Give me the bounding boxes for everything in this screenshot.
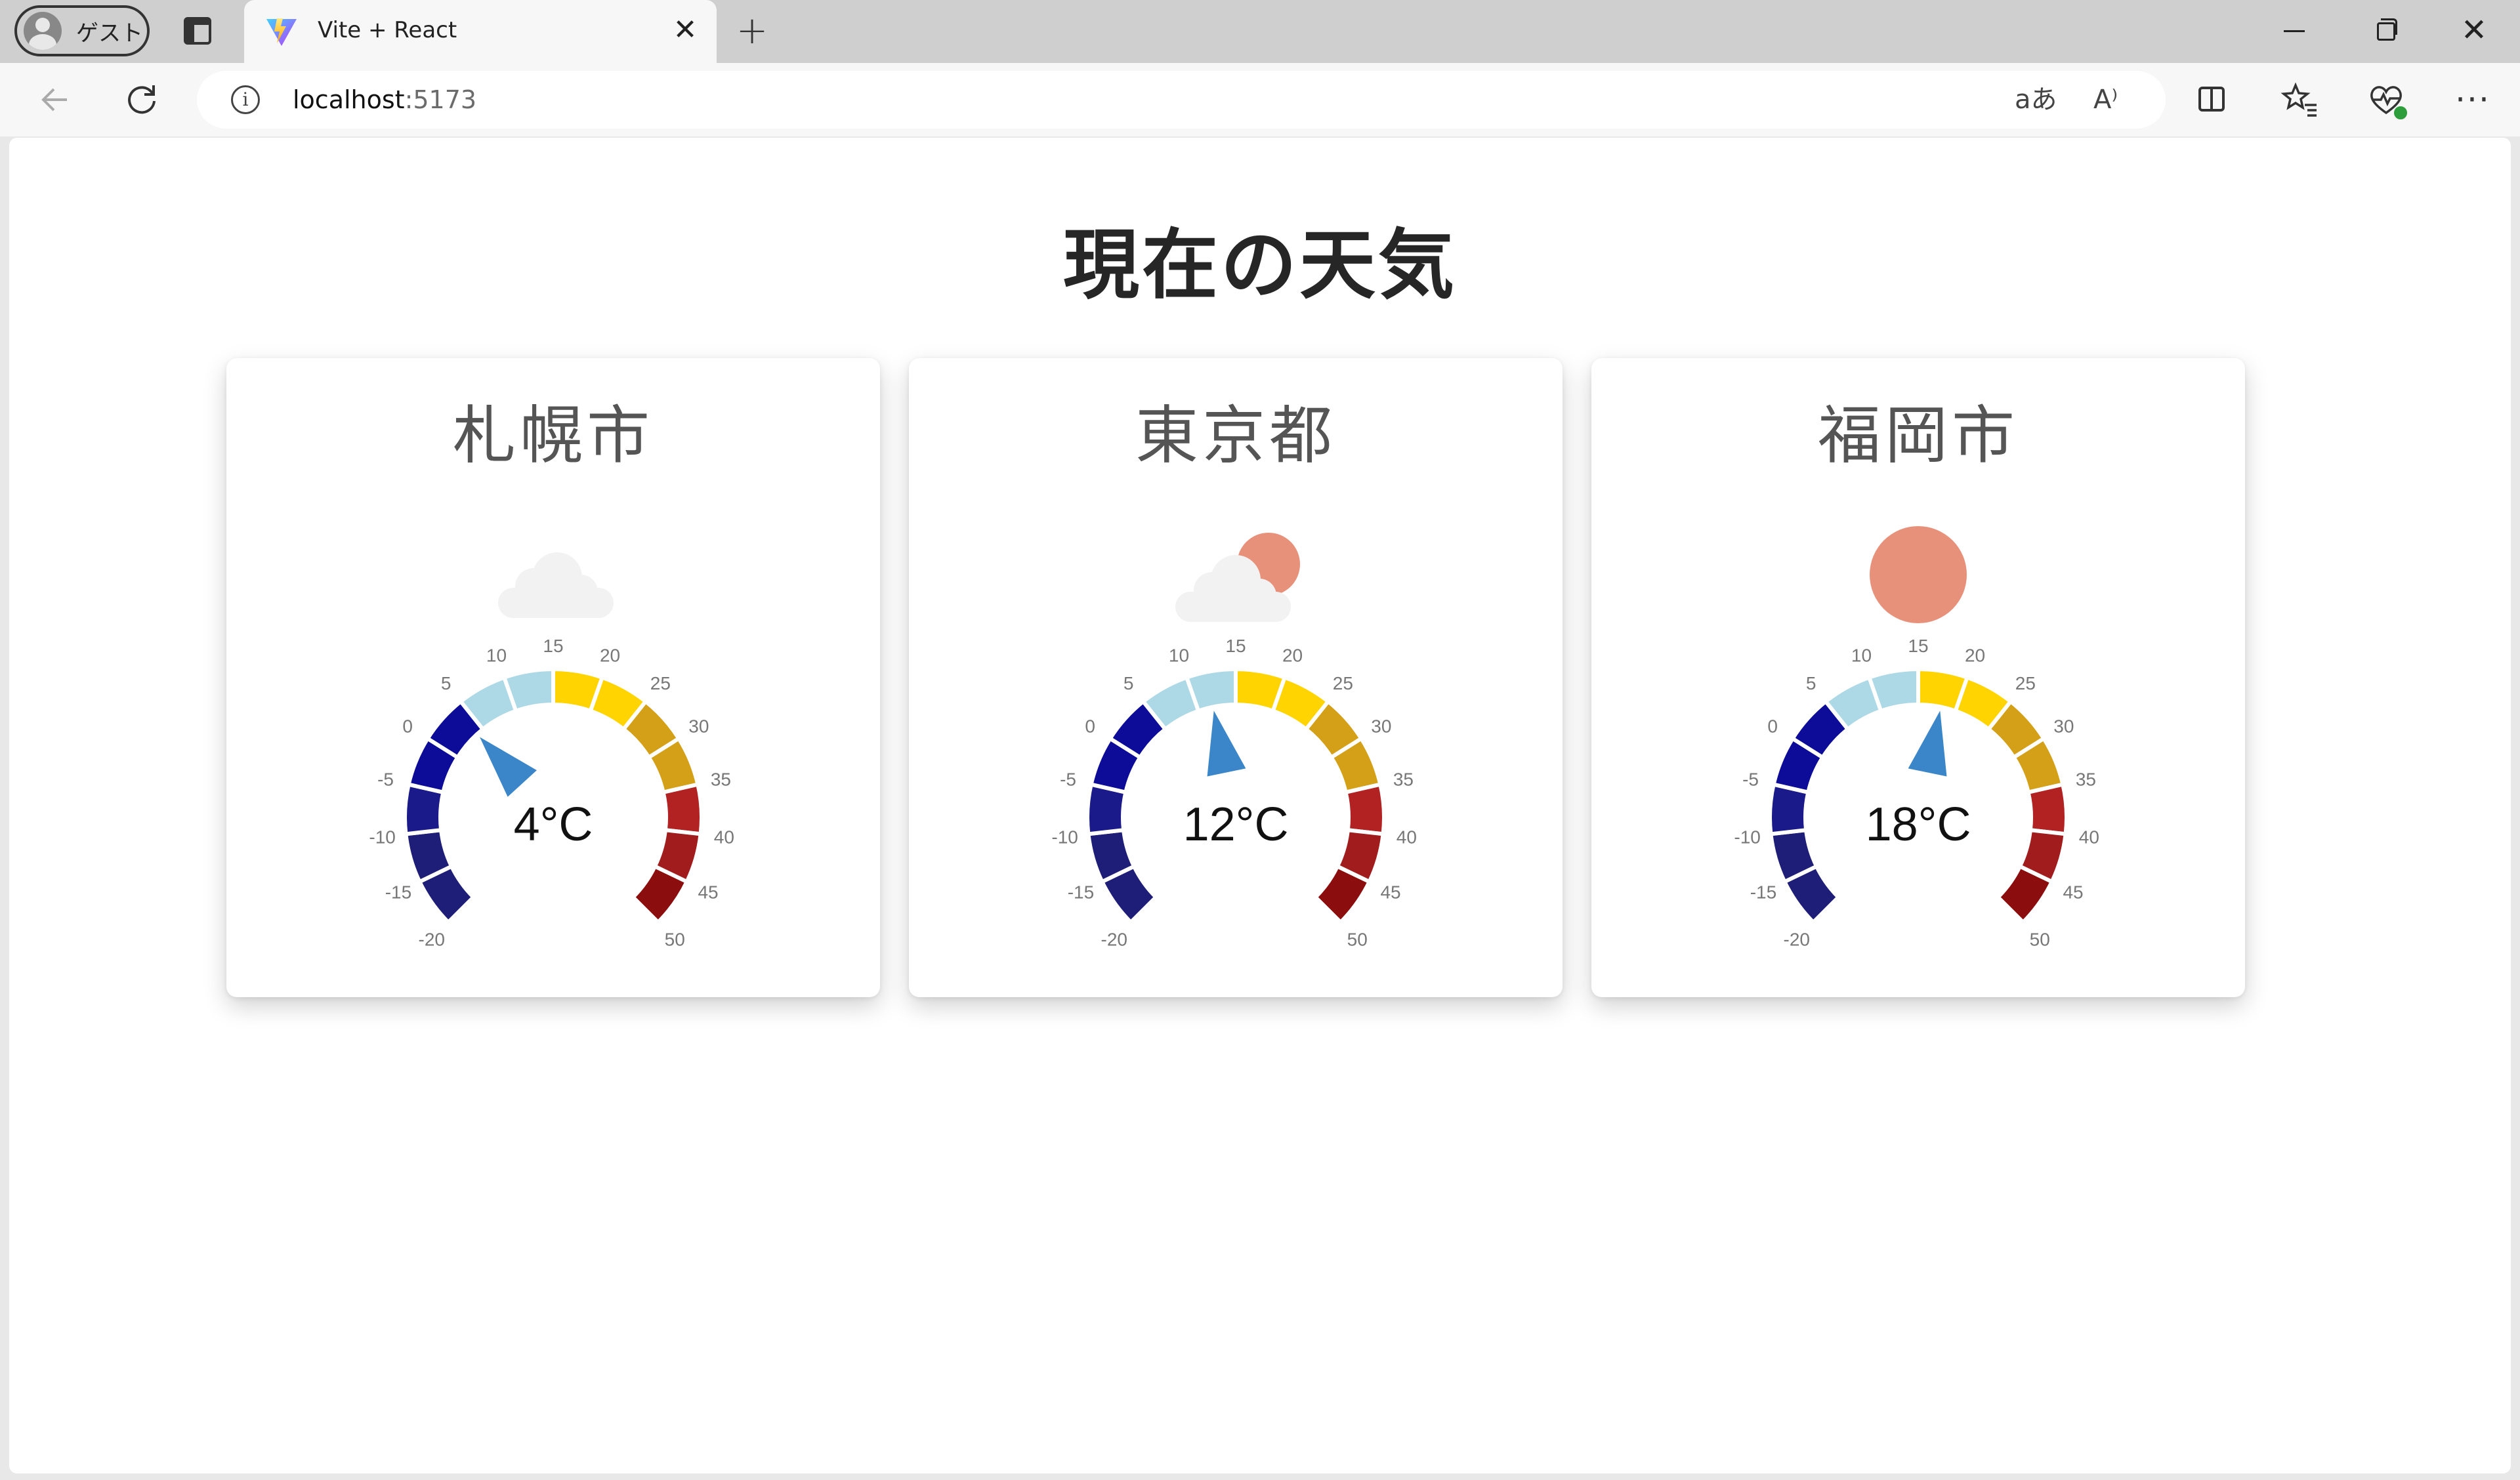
gauge-tick-label: 5 bbox=[441, 673, 452, 693]
gauge-tick-label: 10 bbox=[1851, 646, 1872, 666]
temperature-reading: 4°C bbox=[513, 798, 593, 851]
window-close-icon[interactable]: ✕ bbox=[2454, 10, 2494, 50]
gauge-tick-label: -5 bbox=[377, 770, 394, 790]
gauge-tick-label: -20 bbox=[1784, 929, 1810, 949]
gauge-tick-label: 35 bbox=[711, 770, 731, 790]
vite-logo-icon bbox=[266, 18, 297, 46]
gauge-tick-label: -5 bbox=[1060, 770, 1076, 790]
gauge-tick-label: 0 bbox=[1085, 716, 1095, 737]
gauge-tick-label: 30 bbox=[688, 716, 709, 737]
tab-actions-icon[interactable] bbox=[184, 17, 211, 45]
page-title: 現在の天気 bbox=[1063, 221, 1457, 310]
gauge-tick-label: 25 bbox=[1333, 673, 1353, 693]
translate-icon[interactable]: aあ bbox=[2015, 84, 2057, 115]
gauge-tick-label: 0 bbox=[1767, 716, 1778, 737]
temperature-gauge: -20-15-10-50510 15 20253035404550 bbox=[1051, 636, 1417, 949]
gauge-pointer bbox=[1908, 710, 1947, 777]
address-bar[interactable]: i localhost:5173 aあ A⁾ bbox=[197, 71, 2166, 129]
page-viewport: 現在の天気 札幌市 -20 -15 -10 -5 0 5 10 15 20 25 30 35 40 45 5… bbox=[9, 138, 2511, 1473]
gauge-pointer bbox=[480, 737, 537, 797]
browser-essentials-icon[interactable] bbox=[2366, 80, 2408, 121]
weather-card-tokyo: 東京都 -20 -15 -10 -5 0 5 10 15 20 25 30 35 40 45 50 12°C bbox=[909, 358, 1563, 997]
tab-title: Vite + React bbox=[318, 17, 457, 43]
profile-label: ゲスト bbox=[76, 20, 143, 47]
profile-avatar-icon bbox=[24, 12, 62, 50]
weather-card-sapporo: 札幌市 -20 -15 -10 -5 0 5 10 15 20 25 30 35 40 45 50 4°C bbox=[226, 358, 880, 997]
gauge-tick-label: 50 bbox=[1347, 929, 1368, 949]
gauge-tick-label: 10 bbox=[1169, 646, 1189, 666]
gauge-tick-label: 45 bbox=[1380, 882, 1400, 903]
gauge-tick-label: 20 bbox=[1965, 646, 1985, 666]
read-aloud-icon[interactable]: A⁾ bbox=[2093, 84, 2118, 115]
reload-icon[interactable] bbox=[121, 79, 163, 121]
gauge-tick-label: 15 bbox=[1908, 636, 1928, 656]
new-tab-button[interactable]: + bbox=[734, 10, 770, 50]
tab-close-icon[interactable]: ✕ bbox=[671, 16, 700, 45]
gauge-tick-label: 5 bbox=[1806, 673, 1816, 693]
gauge-tick-label: -5 bbox=[1742, 770, 1759, 790]
gauge-tick-label: 30 bbox=[2053, 716, 2074, 737]
gauge-tick-label: 50 bbox=[2030, 929, 2050, 949]
gauge-tick-label: 35 bbox=[2076, 770, 2096, 790]
gauge-tick-label: -20 bbox=[419, 929, 445, 949]
gauge-tick-label: 0 bbox=[402, 716, 413, 737]
temperature-reading: 18°C bbox=[1865, 798, 1971, 851]
gauge-tick-label: 20 bbox=[600, 646, 620, 666]
profile-button[interactable]: ゲスト bbox=[14, 5, 150, 56]
gauge-tick-label: 5 bbox=[1124, 673, 1134, 693]
temperature-reading: 12°C bbox=[1183, 798, 1289, 851]
status-dot bbox=[2393, 105, 2408, 121]
gauge-tick-label: -15 bbox=[385, 882, 411, 903]
gauge-tick-label: 25 bbox=[650, 673, 671, 693]
gauge-tick-label: 35 bbox=[1393, 770, 1414, 790]
gauge-tick-label: -20 bbox=[1101, 929, 1127, 949]
gauge-tick-label: 50 bbox=[665, 929, 685, 949]
gauge-tick-label: 10 bbox=[486, 646, 507, 666]
gauge-tick-label: 45 bbox=[2063, 882, 2083, 903]
url-text[interactable]: localhost:5173 bbox=[293, 85, 476, 114]
weather-card-fukuoka: 福岡市 -20 -15 -10 -5 0 5 10 15 20 25 30 35 40 45 50 18°C bbox=[1591, 358, 2245, 997]
gauge-tick-label: -15 bbox=[1068, 882, 1094, 903]
gauge-tick-label: 30 bbox=[1371, 716, 1391, 737]
site-info-icon[interactable]: i bbox=[231, 85, 260, 114]
gauge-pointer bbox=[1207, 710, 1246, 777]
minimize-icon[interactable] bbox=[2275, 10, 2314, 50]
more-menu-icon[interactable]: ··· bbox=[2453, 80, 2492, 119]
restore-icon[interactable] bbox=[2364, 10, 2403, 50]
gauge-tick-label: -15 bbox=[1750, 882, 1776, 903]
gauge-tick-label: 45 bbox=[698, 882, 718, 903]
browser-toolbar: i localhost:5173 aあ A⁾ ··· bbox=[0, 63, 2520, 136]
temperature-gauge: -20-15-10-50510 15 20253035404550 bbox=[1734, 636, 2099, 949]
gauge-tick-label: 25 bbox=[2015, 673, 2036, 693]
gauge-tick-label: 20 bbox=[1282, 646, 1303, 666]
back-arrow-icon[interactable] bbox=[34, 79, 76, 121]
browser-tab-bar: ゲスト Vite + React ✕ + ✕ bbox=[0, 0, 2520, 63]
temperature-gauge: -20-15-10-50510 15 20253035404550 bbox=[369, 636, 734, 949]
gauge-tick-label: 15 bbox=[1225, 636, 1246, 656]
browser-tab[interactable]: Vite + React ✕ bbox=[244, 0, 717, 63]
gauge-tick-label: 15 bbox=[543, 636, 563, 656]
split-screen-icon[interactable] bbox=[2192, 80, 2231, 119]
favorites-icon[interactable] bbox=[2280, 80, 2319, 119]
